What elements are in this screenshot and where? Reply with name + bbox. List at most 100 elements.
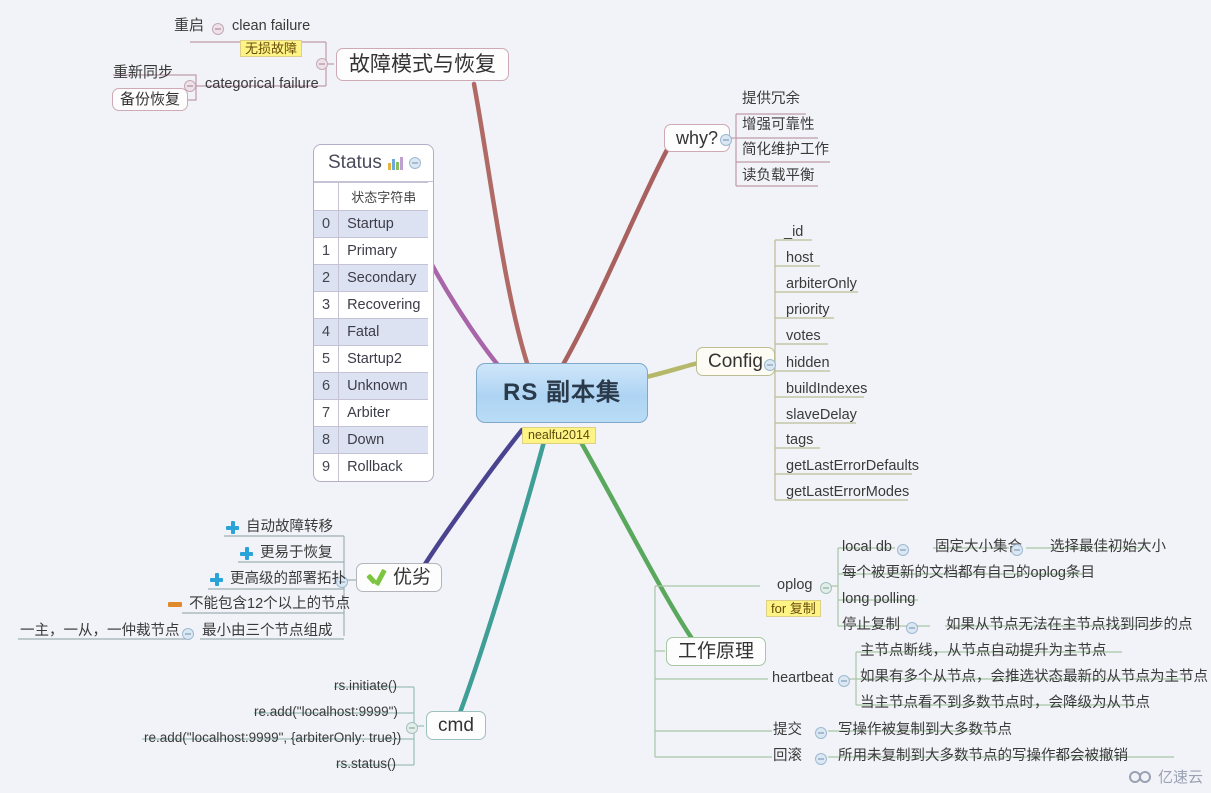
leaf-heartbeat-2[interactable]: 当主节点看不到多数节点时，会降级为从节点 xyxy=(860,696,1150,711)
collapse-toggle-commit[interactable] xyxy=(815,726,827,739)
leaf-cmd-1[interactable]: re.add("localhost:9999") xyxy=(254,705,398,719)
leaf-cmd-0[interactable]: rs.initiate() xyxy=(334,679,397,693)
leaf-why-1[interactable]: 增强可靠性 xyxy=(742,118,815,133)
collapse-toggle-stop-replication[interactable] xyxy=(906,621,918,634)
row-index: 6 xyxy=(314,372,340,400)
leaf-heartbeat-1[interactable]: 如果有多个从节点，会推选状态最新的从节点为主节点 xyxy=(860,670,1208,685)
collapse-toggle-oplog[interactable] xyxy=(820,581,832,594)
leaf-rollback[interactable]: 回滚 xyxy=(773,749,802,764)
table-row[interactable]: 1 Primary xyxy=(314,237,429,265)
collapse-toggle-config[interactable] xyxy=(764,358,776,371)
leaf-config-5[interactable]: hidden xyxy=(786,356,830,371)
collapse-toggle-rollback[interactable] xyxy=(815,752,827,765)
leaf-config-6[interactable]: buildIndexes xyxy=(786,382,867,397)
root-tag: nealfu2014 xyxy=(522,427,596,444)
collapse-toggle-status[interactable] xyxy=(408,157,421,169)
leaf-pro-2[interactable]: 更高级的部署拓扑 xyxy=(210,572,346,587)
table-row[interactable]: 2 Secondary xyxy=(314,264,429,292)
leaf-why-2[interactable]: 简化维护工作 xyxy=(742,143,829,158)
leaf-clean-failure[interactable]: clean failure xyxy=(232,19,310,34)
leaf-oplog-entry[interactable]: 每个被更新的文档都有自己的oplog条目 xyxy=(842,566,1095,581)
leaf-config-7[interactable]: slaveDelay xyxy=(786,408,857,423)
leaf-resync[interactable]: 重新同步 xyxy=(113,65,173,80)
leaf-config-8[interactable]: tags xyxy=(786,433,813,448)
note-lossless-failure[interactable]: 无损故障 xyxy=(240,40,303,57)
leaf-why-0[interactable]: 提供冗余 xyxy=(742,92,800,107)
table-row[interactable]: 7 Arbiter xyxy=(314,399,429,427)
leaf-config-4[interactable]: votes xyxy=(786,329,821,344)
cloud-icon xyxy=(1128,770,1153,784)
leaf-long-polling[interactable]: long polling xyxy=(842,592,915,607)
toggle-stop-repl-wrap xyxy=(906,620,918,636)
collapse-toggle-clean-failure[interactable] xyxy=(212,22,224,35)
table-header-row: 状态字符串 xyxy=(314,182,429,211)
note-for-replication[interactable]: for 复制 xyxy=(766,600,821,617)
leaf-node-composition[interactable]: 一主，一从，一仲裁节点 xyxy=(20,624,180,639)
table-row[interactable]: 6 Unknown xyxy=(314,372,429,400)
toggle-capped-wrap xyxy=(1011,542,1023,558)
leaf-config-3[interactable]: priority xyxy=(786,303,830,318)
collapse-toggle-why[interactable] xyxy=(720,133,732,146)
leaf-stop-replication-detail[interactable]: 如果从节点无法在主节点找到同步的点 xyxy=(946,618,1193,633)
leaf-pro-0[interactable]: 自动故障转移 xyxy=(226,520,333,535)
row-value: Fatal xyxy=(338,318,429,346)
status-title: Status xyxy=(328,152,382,173)
leaf-rollback-detail[interactable]: 所用未复制到大多数节点的写操作都会被撤销 xyxy=(838,749,1128,764)
leaf-backup-restore[interactable]: 备份恢复 xyxy=(112,88,189,111)
row-index: 0 xyxy=(314,210,340,238)
leaf-restart[interactable]: 重启 xyxy=(174,18,204,33)
leaf-config-2[interactable]: arbiterOnly xyxy=(786,277,857,292)
leaf-choose-initial-size[interactable]: 选择最佳初始大小 xyxy=(1050,540,1166,555)
leaf-heartbeat-0[interactable]: 主节点断线，从节点自动提升为主节点 xyxy=(860,644,1107,659)
leaf-cmd-3[interactable]: rs.status() xyxy=(336,757,396,771)
node-cmd[interactable]: cmd xyxy=(426,711,486,740)
leaf-config-10[interactable]: getLastErrorModes xyxy=(786,485,909,500)
leaf-stop-replication[interactable]: 停止复制 xyxy=(842,618,900,633)
watermark: 亿速云 xyxy=(1128,766,1203,787)
leaf-min-three-nodes[interactable]: 最小由三个节点组成 xyxy=(202,624,333,639)
collapse-toggle-cmd[interactable] xyxy=(406,721,418,734)
collapse-toggle-local-db[interactable] xyxy=(897,543,909,556)
leaf-heartbeat[interactable]: heartbeat xyxy=(772,671,833,686)
row-value: Rollback xyxy=(338,453,429,481)
node-failure-mode-recovery[interactable]: 故障模式与恢复 xyxy=(336,48,509,81)
node-working-principle[interactable]: 工作原理 xyxy=(666,637,767,666)
leaf-categorical-failure[interactable]: categorical failure xyxy=(205,77,319,92)
table-row[interactable]: 8 Down xyxy=(314,426,429,454)
leaf-why-3[interactable]: 读负载平衡 xyxy=(742,169,815,184)
table-row[interactable]: 3 Recovering xyxy=(314,291,429,319)
leaf-con-0[interactable]: 不能包含12个以上的节点 xyxy=(168,597,350,612)
collapse-toggle-failure[interactable] xyxy=(316,57,328,70)
leaf-commit[interactable]: 提交 xyxy=(773,723,802,738)
leaf-pro-1[interactable]: 更易于恢复 xyxy=(240,546,333,561)
row-value: Primary xyxy=(338,237,429,265)
row-index: 7 xyxy=(314,399,340,427)
leaf-capped-collection[interactable]: 固定大小集合 xyxy=(935,540,1022,555)
toggle-localdb-wrap xyxy=(897,542,909,558)
node-pros-cons[interactable]: 优劣 xyxy=(356,563,443,592)
leaf-cmd-2[interactable]: re.add("localhost:9999", {arbiterOnly: t… xyxy=(144,731,401,745)
table-row[interactable]: 0 Startup xyxy=(314,210,429,238)
collapse-toggle-capped-collection[interactable] xyxy=(1011,543,1023,556)
row-index: 9 xyxy=(314,453,340,481)
leaf-config-0[interactable]: _id xyxy=(784,225,803,240)
table-row[interactable]: 9 Rollback xyxy=(314,453,429,481)
minus-icon xyxy=(168,601,182,607)
leaf-commit-detail[interactable]: 写操作被复制到大多数节点 xyxy=(838,723,1012,738)
leaf-config-9[interactable]: getLastErrorDefaults xyxy=(786,459,919,474)
table-row[interactable]: 4 Fatal xyxy=(314,318,429,346)
leaf-oplog[interactable]: oplog xyxy=(777,578,812,593)
node-label: 优劣 xyxy=(393,567,432,588)
row-value: Recovering xyxy=(338,291,429,319)
plus-icon xyxy=(240,546,253,560)
status-table[interactable]: Status 状态字符串 0 Startup 1 Primary 2 Secondar… xyxy=(313,144,434,482)
table-row[interactable]: 5 Startup2 xyxy=(314,345,429,373)
row-value: Down xyxy=(338,426,429,454)
plus-icon xyxy=(226,520,239,534)
root-node[interactable]: RS 副本集 xyxy=(476,363,649,423)
collapse-toggle-heartbeat[interactable] xyxy=(838,674,850,687)
leaf-local-db[interactable]: local db xyxy=(842,540,892,555)
leaf-config-1[interactable]: host xyxy=(786,251,813,266)
status-table-header: Status xyxy=(314,145,433,182)
collapse-toggle-min-nodes[interactable] xyxy=(182,627,194,640)
